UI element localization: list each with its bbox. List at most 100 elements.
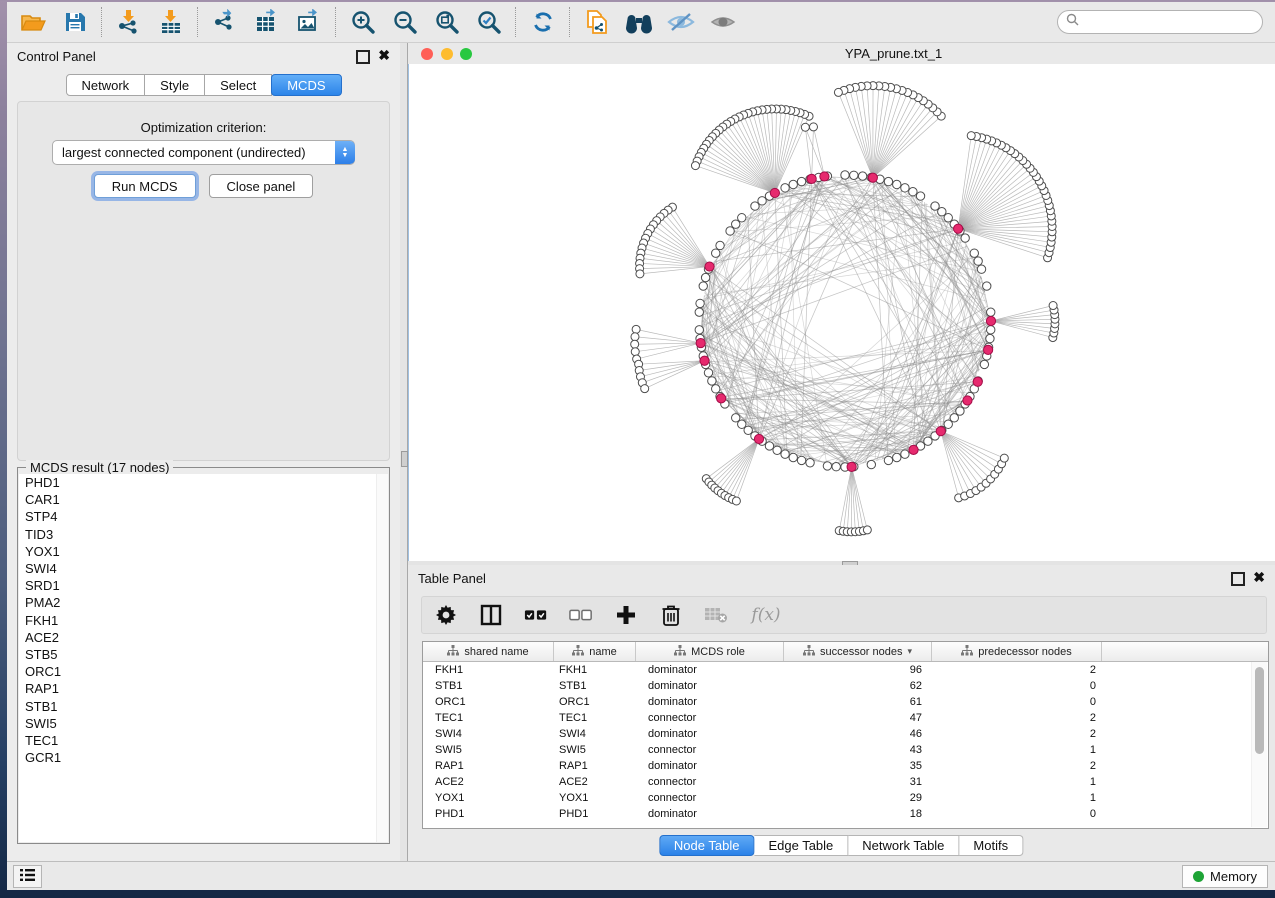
network-node[interactable] (884, 456, 892, 464)
network-node[interactable] (773, 446, 781, 454)
network-node[interactable] (789, 180, 797, 188)
mcds-hub-node[interactable] (754, 434, 763, 443)
export-table-icon[interactable] (253, 8, 281, 36)
add-icon[interactable] (614, 603, 638, 627)
maximize-window-icon[interactable] (460, 48, 472, 60)
mcds-hub-node[interactable] (984, 345, 993, 354)
table-scrollbar-thumb[interactable] (1255, 667, 1264, 754)
tab-motifs[interactable]: Motifs (959, 835, 1023, 856)
tab-select[interactable]: Select (205, 74, 272, 96)
network-leaf-node[interactable] (636, 270, 644, 278)
column-header-successor-nodes[interactable]: successor nodes▾ (784, 642, 932, 661)
network-node[interactable] (916, 192, 924, 200)
mcds-hub-node[interactable] (909, 445, 918, 454)
result-item[interactable]: TEC1 (19, 732, 388, 749)
result-scrollbar[interactable] (376, 474, 388, 842)
network-node[interactable] (987, 326, 995, 334)
network-node[interactable] (867, 460, 875, 468)
network-leaf-node[interactable] (801, 123, 809, 131)
tab-edge-table[interactable]: Edge Table (754, 835, 848, 856)
network-node[interactable] (704, 369, 712, 377)
network-leaf-node[interactable] (1049, 302, 1057, 310)
network-node[interactable] (970, 249, 978, 257)
network-leaf-node[interactable] (631, 348, 639, 356)
network-node[interactable] (716, 241, 724, 249)
network-node[interactable] (977, 265, 985, 273)
criterion-dropdown[interactable]: largest connected component (undirected)… (52, 140, 355, 165)
network-node[interactable] (695, 326, 703, 334)
column-header-predecessor-nodes[interactable]: predecessor nodes (932, 642, 1102, 661)
tab-node-table[interactable]: Node Table (659, 835, 755, 856)
table-row[interactable]: RAP1RAP1dominator352 (423, 758, 1268, 774)
network-leaf-node[interactable] (691, 162, 699, 170)
delete-icon[interactable] (659, 603, 683, 627)
mcds-hub-node[interactable] (807, 174, 816, 183)
network-node[interactable] (901, 450, 909, 458)
tab-network[interactable]: Network (65, 74, 145, 96)
table-row[interactable]: ORC1ORC1dominator610 (423, 694, 1268, 710)
show-all-icon[interactable] (709, 8, 737, 36)
result-item[interactable]: STP4 (19, 508, 388, 525)
network-leaf-node[interactable] (631, 333, 639, 341)
result-item[interactable]: ACE2 (19, 629, 388, 646)
column-header-shared-name[interactable]: shared name (423, 642, 554, 661)
result-item[interactable]: FKH1 (19, 612, 388, 629)
mcds-hub-node[interactable] (973, 377, 982, 386)
column-header-MCDS-role[interactable]: MCDS role (636, 642, 784, 661)
network-node[interactable] (712, 385, 720, 393)
mcds-hub-node[interactable] (705, 262, 714, 271)
result-item[interactable]: ORC1 (19, 663, 388, 680)
clone-network-icon[interactable] (583, 8, 611, 36)
import-network-icon[interactable] (115, 8, 143, 36)
network-node[interactable] (956, 407, 964, 415)
network-node[interactable] (858, 172, 866, 180)
export-image-icon[interactable] (295, 8, 323, 36)
result-item[interactable]: GCR1 (19, 749, 388, 766)
close-table-panel-icon[interactable]: ✖ (1253, 569, 1265, 586)
network-node[interactable] (696, 299, 704, 307)
float-table-panel-icon[interactable] (1231, 572, 1245, 586)
first-neighbors-icon[interactable] (625, 8, 653, 36)
table-row[interactable]: PHD1PHD1dominator180 (423, 806, 1268, 822)
float-panel-icon[interactable] (356, 50, 370, 64)
network-leaf-node[interactable] (967, 132, 975, 140)
network-node[interactable] (841, 171, 849, 179)
result-item[interactable]: PMA2 (19, 594, 388, 611)
network-node[interactable] (708, 377, 716, 385)
import-table-icon[interactable] (157, 8, 185, 36)
network-node[interactable] (701, 273, 709, 281)
memory-button[interactable]: Memory (1182, 865, 1268, 888)
network-node[interactable] (765, 442, 773, 450)
mcds-hub-node[interactable] (963, 396, 972, 405)
network-node[interactable] (699, 282, 707, 290)
network-node[interactable] (893, 453, 901, 461)
tab-style[interactable]: Style (145, 74, 205, 96)
network-node[interactable] (806, 459, 814, 467)
search-box[interactable] (1057, 10, 1263, 34)
mcds-hub-node[interactable] (717, 394, 726, 403)
zoom-fit-icon[interactable] (433, 8, 461, 36)
network-node[interactable] (983, 282, 991, 290)
unselect-all-icon[interactable] (569, 603, 593, 627)
network-node[interactable] (980, 360, 988, 368)
table-row[interactable]: ACE2ACE2connector311 (423, 774, 1268, 790)
minimize-window-icon[interactable] (441, 48, 453, 60)
tab-mcds[interactable]: MCDS (271, 74, 341, 96)
tab-network-table[interactable]: Network Table (848, 835, 959, 856)
export-network-icon[interactable] (211, 8, 239, 36)
close-panel-icon[interactable]: ✖ (378, 47, 390, 64)
network-node[interactable] (797, 456, 805, 464)
close-panel-button[interactable]: Close panel (209, 174, 314, 198)
show-panels-button[interactable] (13, 865, 42, 888)
zoom-in-icon[interactable] (349, 8, 377, 36)
network-node[interactable] (909, 188, 917, 196)
network-node[interactable] (781, 450, 789, 458)
network-node[interactable] (974, 257, 982, 265)
select-all-icon[interactable] (524, 603, 548, 627)
mcds-hub-node[interactable] (986, 316, 995, 325)
table-row[interactable]: SWI5SWI5connector431 (423, 742, 1268, 758)
result-item[interactable]: STB1 (19, 697, 388, 714)
network-node[interactable] (850, 171, 858, 179)
network-node[interactable] (726, 227, 734, 235)
mcds-hub-node[interactable] (696, 338, 705, 347)
